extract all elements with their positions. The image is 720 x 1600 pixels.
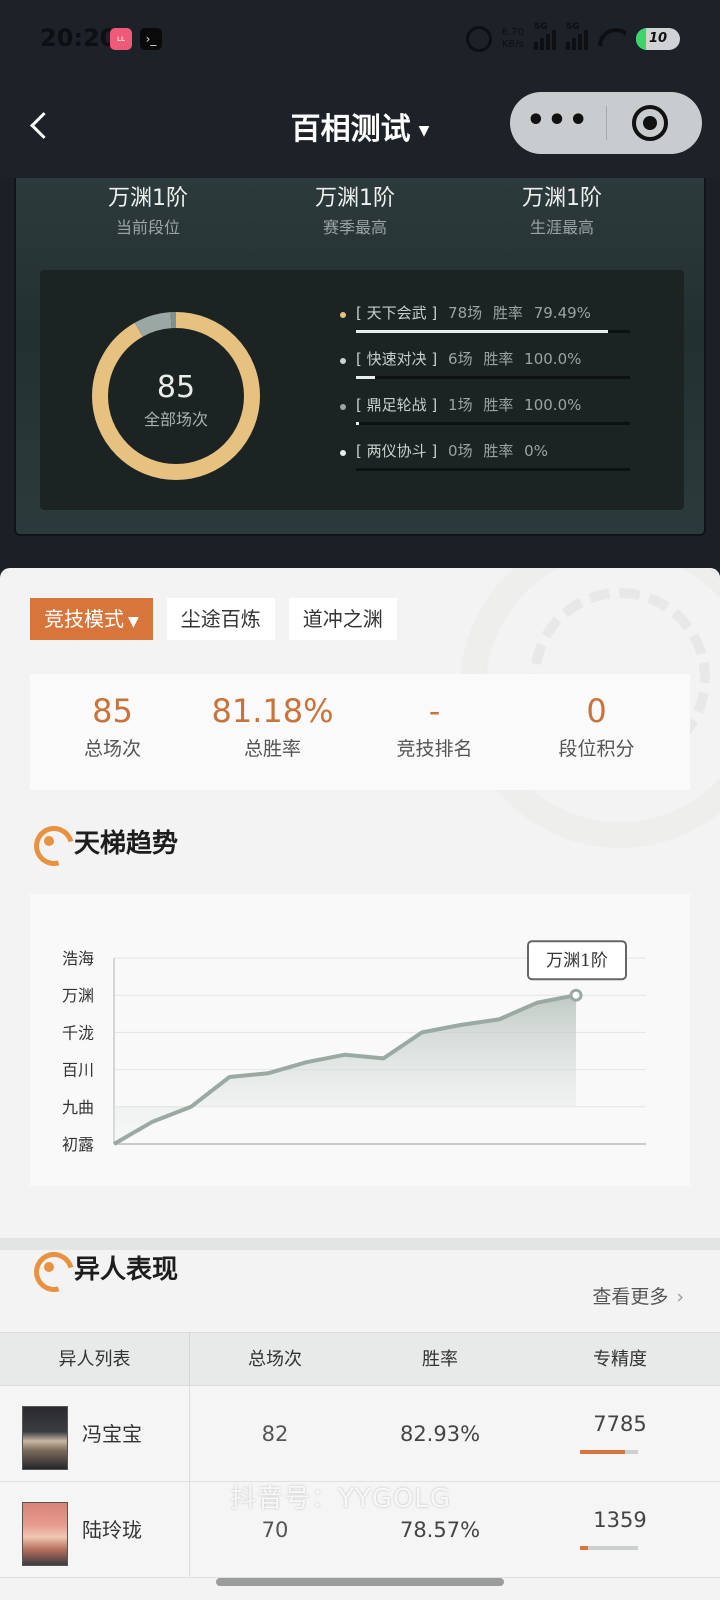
- ladder-title: 天梯趋势: [74, 828, 179, 859]
- total-games: 85: [156, 370, 196, 405]
- mode-row: [ 天下会武 ] 78场 胜率 79.49%: [340, 302, 660, 346]
- y-tick-label: 万渊: [62, 986, 94, 1005]
- games-cell: 82: [261, 1422, 289, 1446]
- stat-ranking: - 竞技排名: [396, 692, 473, 760]
- stat-win-rate: 81.18% 总胜率: [211, 692, 334, 760]
- mode-row: [ 鼎足轮战 ] 1场 胜率 100.0%: [340, 394, 660, 438]
- y-tick-label: 百川: [62, 1061, 94, 1080]
- winrate-cell: 82.93%: [399, 1422, 481, 1446]
- mastery-bar: [580, 1450, 638, 1454]
- home-indicator[interactable]: [216, 1578, 504, 1586]
- y-tick-label: 初露: [62, 1135, 94, 1154]
- wifi-icon: [598, 28, 626, 50]
- tab-competitive[interactable]: 竞技模式 ▼: [30, 598, 153, 640]
- title-dropdown-icon: ▼: [418, 122, 430, 139]
- performers-section-header: 异人表现: [30, 1242, 178, 1292]
- performers-table: 异人列表 总场次 胜率 专精度 冯宝宝 82 82.93% 7785 陆玲珑 7…: [0, 1332, 720, 1578]
- mode-dot: [340, 404, 346, 410]
- yin-yang-icon: [30, 822, 68, 860]
- mode-row: [ 快速对决 ] 6场 胜率 100.0%: [340, 348, 660, 392]
- total-games-label: 全部场次: [143, 410, 208, 429]
- mode-bar: [356, 468, 630, 471]
- mini-program-capsule: •••: [510, 92, 702, 154]
- character-name: 冯宝宝: [82, 1422, 142, 1446]
- app-notification-icon: ʟʟ: [110, 28, 132, 50]
- y-tick-label: 九曲: [62, 1098, 94, 1117]
- mode-summary: 85 全部场次 [ 天下会武 ] 78场 胜率 79.49% [ 快速对决 ] …: [40, 270, 684, 510]
- watermark: 抖音号：YYGOLG: [230, 1484, 452, 1514]
- mode-tabs: 竞技模式 ▼ 尘途百炼 道冲之渊: [30, 598, 397, 640]
- status-bar: 20:20 ʟʟ ›_ 6.70 KB/s 5G 5G 10: [0, 0, 720, 80]
- ladder-trend-chart: 初露 九曲 百川 千泷 万渊 浩海 万渊1阶: [62, 940, 646, 1154]
- battery-icon: 10: [636, 28, 680, 50]
- y-tick-label: 千泷: [62, 1023, 94, 1042]
- rank-callout: 万渊1阶: [527, 940, 627, 981]
- yin-yang-icon: [30, 1248, 68, 1286]
- avatar: [22, 1502, 68, 1566]
- ladder-chart: 初露 九曲 百川 千泷 万渊 浩海 万渊1阶: [30, 894, 690, 1186]
- mode-row: [ 两仪协斗 ] 0场 胜率 0%: [340, 440, 660, 484]
- mode-dot: [340, 450, 346, 456]
- tab-daochong[interactable]: 道冲之渊: [288, 598, 397, 640]
- table-row[interactable]: 冯宝宝 82 82.93% 7785: [0, 1386, 720, 1482]
- signal-icon-2: 5G: [566, 22, 588, 50]
- chevron-right-icon: ›: [676, 1286, 684, 1308]
- content-panel: 竞技模式 ▼ 尘途百炼 道冲之渊 85 总场次 81.18% 总胜率 - 竞技排名…: [0, 568, 720, 1600]
- mastery-cell: 1359: [520, 1482, 720, 1577]
- network-speed: 6.70 KB/s: [501, 27, 524, 50]
- mastery-cell: 7785: [520, 1386, 720, 1481]
- close-miniprogram-button[interactable]: [632, 105, 668, 141]
- alarm-icon: [465, 26, 492, 52]
- career-best-rank: 万渊1阶 生涯最高: [522, 186, 602, 237]
- mode-dot: [340, 312, 346, 318]
- y-tick-label: 浩海: [62, 949, 94, 968]
- performers-title: 异人表现: [74, 1254, 179, 1285]
- mastery-bar: [580, 1546, 638, 1550]
- avatar: [22, 1406, 68, 1470]
- mode-bar: [356, 330, 630, 333]
- svg-text:万渊1阶: 万渊1阶: [546, 951, 608, 971]
- signal-icon: 5G: [534, 22, 556, 50]
- tab-chentu[interactable]: 尘途百炼: [166, 598, 275, 640]
- current-rank: 万渊1阶 当前段位: [108, 186, 188, 237]
- profile-summary: 万渊1阶 当前段位 万渊1阶 赛季最高 万渊1阶 生涯最高 85 全部场次 [ …: [0, 178, 720, 568]
- rank-card: 万渊1阶 当前段位 万渊1阶 赛季最高 万渊1阶 生涯最高 85 全部场次 [ …: [14, 178, 706, 536]
- mode-bar: [356, 376, 630, 379]
- stats-summary: 85 总场次 81.18% 总胜率 - 竞技排名 0 段位积分: [30, 674, 690, 790]
- trend-end-point[interactable]: [569, 988, 583, 1002]
- mode-dot: [340, 358, 346, 364]
- ladder-section-header: 天梯趋势: [30, 816, 178, 866]
- mode-bar: [356, 422, 630, 425]
- more-button[interactable]: •••: [510, 92, 606, 154]
- status-indicators: 6.70 KB/s 5G 5G 10: [465, 22, 680, 56]
- capsule-divider: [606, 106, 607, 140]
- nav-bar: 百相测试 ▼ •••: [0, 80, 720, 178]
- view-more-link[interactable]: 查看更多 ›: [592, 1282, 684, 1309]
- stat-total-games: 85 总场次: [83, 692, 141, 760]
- status-time: 20:20: [40, 24, 117, 52]
- character-name: 陆玲珑: [82, 1518, 142, 1542]
- season-best-rank: 万渊1阶 赛季最高: [315, 186, 395, 237]
- terminal-notification-icon: ›_: [140, 28, 162, 50]
- stat-rank-points: 0 段位积分: [558, 692, 635, 760]
